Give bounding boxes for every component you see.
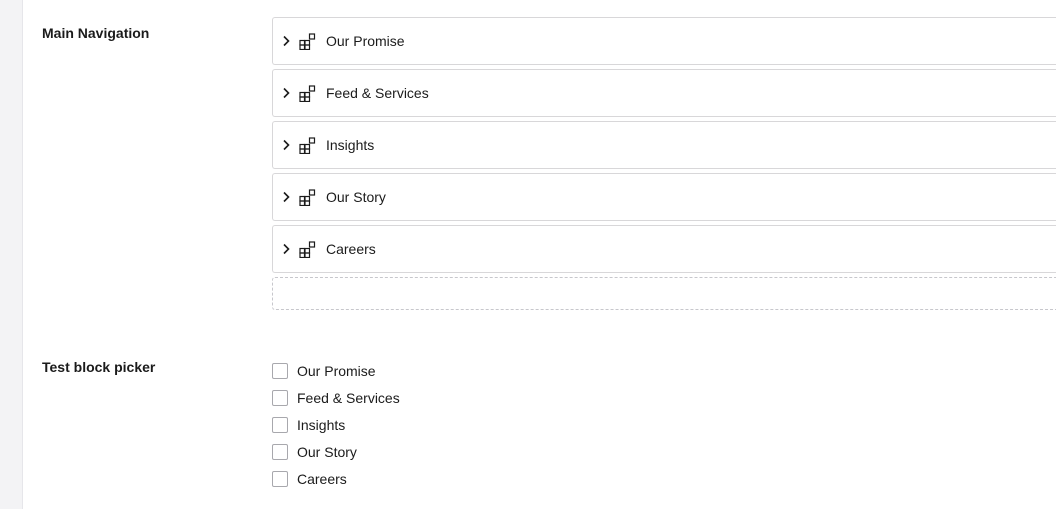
picker-option-insights[interactable]: Insights (272, 411, 400, 438)
nav-item-feed-services[interactable]: Feed & Services (272, 69, 1056, 117)
checkbox[interactable] (272, 470, 288, 487)
nav-item-label: Careers (326, 241, 376, 257)
checkbox[interactable] (272, 416, 288, 433)
nav-item-label: Insights (326, 137, 375, 153)
chevron-right-icon[interactable] (282, 139, 294, 151)
main-navigation-list: Our Promise Feed & Services Insights Our… (272, 17, 1056, 310)
picker-option-label: Our Promise (297, 362, 376, 379)
picker-option-label: Our Story (297, 443, 357, 460)
picker-option-careers[interactable]: Careers (272, 465, 400, 492)
nav-item-insights[interactable]: Insights (272, 121, 1056, 169)
chevron-right-icon[interactable] (282, 243, 294, 255)
picker-option-label: Feed & Services (297, 389, 400, 406)
block-grid-icon (299, 240, 317, 258)
picker-option-our-promise[interactable]: Our Promise (272, 357, 400, 384)
picker-option-label: Careers (297, 470, 347, 487)
block-grid-icon (299, 84, 317, 102)
content-panel: Main Navigation Our Promise Feed & Servi… (22, 0, 1056, 509)
nav-item-our-story[interactable]: Our Story (272, 173, 1056, 221)
block-grid-icon (299, 188, 317, 206)
checkbox[interactable] (272, 443, 288, 460)
main-navigation-label: Main Navigation (42, 25, 150, 41)
chevron-right-icon[interactable] (282, 87, 294, 99)
checkbox[interactable] (272, 362, 288, 379)
add-block-area[interactable] (272, 277, 1056, 310)
nav-item-label: Our Story (326, 189, 386, 205)
chevron-right-icon[interactable] (282, 191, 294, 203)
picker-option-our-story[interactable]: Our Story (272, 438, 400, 465)
nav-item-our-promise[interactable]: Our Promise (272, 17, 1056, 65)
block-grid-icon (299, 32, 317, 50)
picker-option-feed-services[interactable]: Feed & Services (272, 384, 400, 411)
test-block-picker: Our Promise Feed & Services Insights Our… (272, 357, 400, 492)
nav-item-careers[interactable]: Careers (272, 225, 1056, 273)
block-grid-icon (299, 136, 317, 154)
chevron-right-icon[interactable] (282, 35, 294, 47)
test-block-picker-label: Test block picker (42, 359, 156, 375)
checkbox[interactable] (272, 389, 288, 406)
picker-option-label: Insights (297, 416, 346, 433)
nav-item-label: Our Promise (326, 33, 405, 49)
nav-item-label: Feed & Services (326, 85, 429, 101)
